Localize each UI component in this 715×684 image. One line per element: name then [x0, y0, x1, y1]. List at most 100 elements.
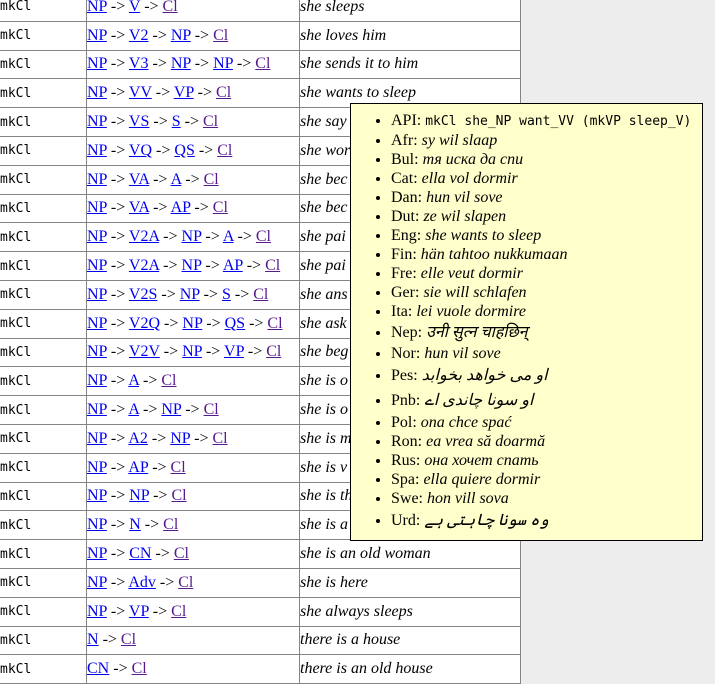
category-link-vv[interactable]: VV	[129, 84, 152, 101]
category-link-cl[interactable]: Cl	[204, 171, 219, 188]
category-link-a2[interactable]: A2	[128, 430, 148, 447]
category-link-cl[interactable]: Cl	[163, 516, 178, 533]
category-link-a[interactable]: A	[128, 372, 139, 389]
category-link-np[interactable]: NP	[87, 0, 107, 15]
category-link-np[interactable]: NP	[182, 343, 202, 360]
category-link-cl[interactable]: Cl	[161, 372, 176, 389]
category-link-np[interactable]: NP	[171, 55, 191, 72]
category-link-cl[interactable]: Cl	[171, 459, 186, 476]
category-link-cl[interactable]: Cl	[203, 113, 218, 130]
category-link-np[interactable]: NP	[87, 487, 107, 504]
category-link-cl[interactable]: Cl	[253, 286, 268, 303]
category-link-cl[interactable]: Cl	[163, 0, 178, 15]
category-link-np[interactable]: NP	[87, 257, 107, 274]
category-link-cl[interactable]: Cl	[213, 199, 228, 216]
category-link-v3[interactable]: V3	[129, 55, 149, 72]
table-row: mkClNP -> V3 -> NP -> NP -> Clshe sends …	[0, 50, 521, 79]
category-link-cl[interactable]: Cl	[266, 343, 281, 360]
category-link-np[interactable]: NP	[182, 315, 202, 332]
category-link-cl[interactable]: Cl	[256, 228, 271, 245]
category-link-np[interactable]: NP	[87, 171, 107, 188]
category-link-v2q[interactable]: V2Q	[129, 315, 160, 332]
translation-item: Rus: она хочет спать	[391, 451, 702, 470]
category-link-a[interactable]: A	[171, 171, 182, 188]
category-link-cl[interactable]: Cl	[171, 603, 186, 620]
category-link-vp[interactable]: VP	[174, 84, 194, 101]
category-link-np[interactable]: NP	[87, 286, 107, 303]
category-link-np[interactable]: NP	[87, 430, 107, 447]
category-link-a[interactable]: A	[128, 401, 139, 418]
category-link-np[interactable]: NP	[129, 487, 149, 504]
category-link-np[interactable]: NP	[87, 315, 107, 332]
category-link-np[interactable]: NP	[87, 459, 107, 476]
type-rule-cell: NP -> A2 -> NP -> Cl	[87, 424, 300, 453]
category-link-np[interactable]: NP	[170, 430, 190, 447]
category-link-a[interactable]: A	[223, 228, 234, 245]
translation-text: وہ سونا چاہتی ہے	[424, 512, 549, 529]
category-link-cl[interactable]: Cl	[174, 545, 189, 562]
category-link-np[interactable]: NP	[87, 55, 107, 72]
category-link-v2a[interactable]: V2A	[129, 257, 159, 274]
category-link-cl[interactable]: Cl	[265, 257, 280, 274]
category-link-np[interactable]: NP	[182, 228, 202, 245]
category-link-cl[interactable]: Cl	[213, 27, 228, 44]
category-link-np[interactable]: NP	[87, 84, 107, 101]
translation-item: Cat: ella vol dormir	[391, 169, 702, 188]
category-link-np[interactable]: NP	[87, 27, 107, 44]
category-link-np[interactable]: NP	[87, 603, 107, 620]
category-link-ap[interactable]: AP	[128, 459, 148, 476]
category-link-adv[interactable]: Adv	[128, 574, 156, 591]
category-link-qs[interactable]: QS	[225, 315, 245, 332]
category-link-cl[interactable]: Cl	[217, 142, 232, 159]
category-link-np[interactable]: NP	[87, 516, 107, 533]
category-link-np[interactable]: NP	[87, 545, 107, 562]
category-link-v2[interactable]: V2	[129, 27, 149, 44]
category-link-ap[interactable]: AP	[171, 199, 191, 216]
category-link-np[interactable]: NP	[182, 257, 202, 274]
category-link-cl[interactable]: Cl	[255, 55, 270, 72]
category-link-n[interactable]: N	[129, 516, 141, 533]
category-link-va[interactable]: VA	[129, 199, 149, 216]
category-link-np[interactable]: NP	[87, 343, 107, 360]
arrow-separator: ->	[107, 228, 129, 245]
category-link-cl[interactable]: Cl	[171, 487, 186, 504]
arrow-separator: ->	[107, 84, 129, 101]
category-link-np[interactable]: NP	[87, 574, 107, 591]
category-link-np[interactable]: NP	[161, 401, 181, 418]
category-link-v2v[interactable]: V2V	[129, 343, 160, 360]
category-link-np[interactable]: NP	[87, 228, 107, 245]
category-link-cl[interactable]: Cl	[267, 315, 282, 332]
category-link-np[interactable]: NP	[87, 401, 107, 418]
type-rule-cell: NP -> AP -> Cl	[87, 453, 300, 482]
category-link-vp[interactable]: VP	[224, 343, 244, 360]
category-link-cl[interactable]: Cl	[121, 631, 136, 648]
category-link-n[interactable]: N	[87, 631, 99, 648]
category-link-cl[interactable]: Cl	[216, 84, 231, 101]
category-link-va[interactable]: VA	[129, 171, 149, 188]
category-link-cn[interactable]: CN	[129, 545, 151, 562]
category-link-cl[interactable]: Cl	[178, 574, 193, 591]
category-link-np[interactable]: NP	[87, 113, 107, 130]
category-link-np[interactable]: NP	[180, 286, 200, 303]
category-link-np[interactable]: NP	[87, 199, 107, 216]
category-link-s[interactable]: S	[222, 286, 231, 303]
category-link-qs[interactable]: QS	[174, 142, 194, 159]
category-link-cn[interactable]: CN	[87, 660, 109, 677]
category-link-cl[interactable]: Cl	[212, 430, 227, 447]
category-link-cl[interactable]: Cl	[204, 401, 219, 418]
category-link-v2a[interactable]: V2A	[129, 228, 159, 245]
category-link-vp[interactable]: VP	[129, 603, 149, 620]
category-link-np[interactable]: NP	[87, 372, 107, 389]
category-link-s[interactable]: S	[172, 113, 181, 130]
category-link-np[interactable]: NP	[87, 142, 107, 159]
category-link-np[interactable]: NP	[213, 55, 233, 72]
category-link-vq[interactable]: VQ	[129, 142, 152, 159]
category-link-vs[interactable]: VS	[129, 113, 149, 130]
category-link-cl[interactable]: Cl	[132, 660, 147, 677]
arrow-separator: ->	[234, 228, 256, 245]
category-link-v2s[interactable]: V2S	[129, 286, 157, 303]
type-rule-cell: NP -> CN -> Cl	[87, 540, 300, 569]
category-link-ap[interactable]: AP	[223, 257, 243, 274]
category-link-np[interactable]: NP	[171, 27, 191, 44]
category-link-v[interactable]: V	[129, 0, 140, 15]
